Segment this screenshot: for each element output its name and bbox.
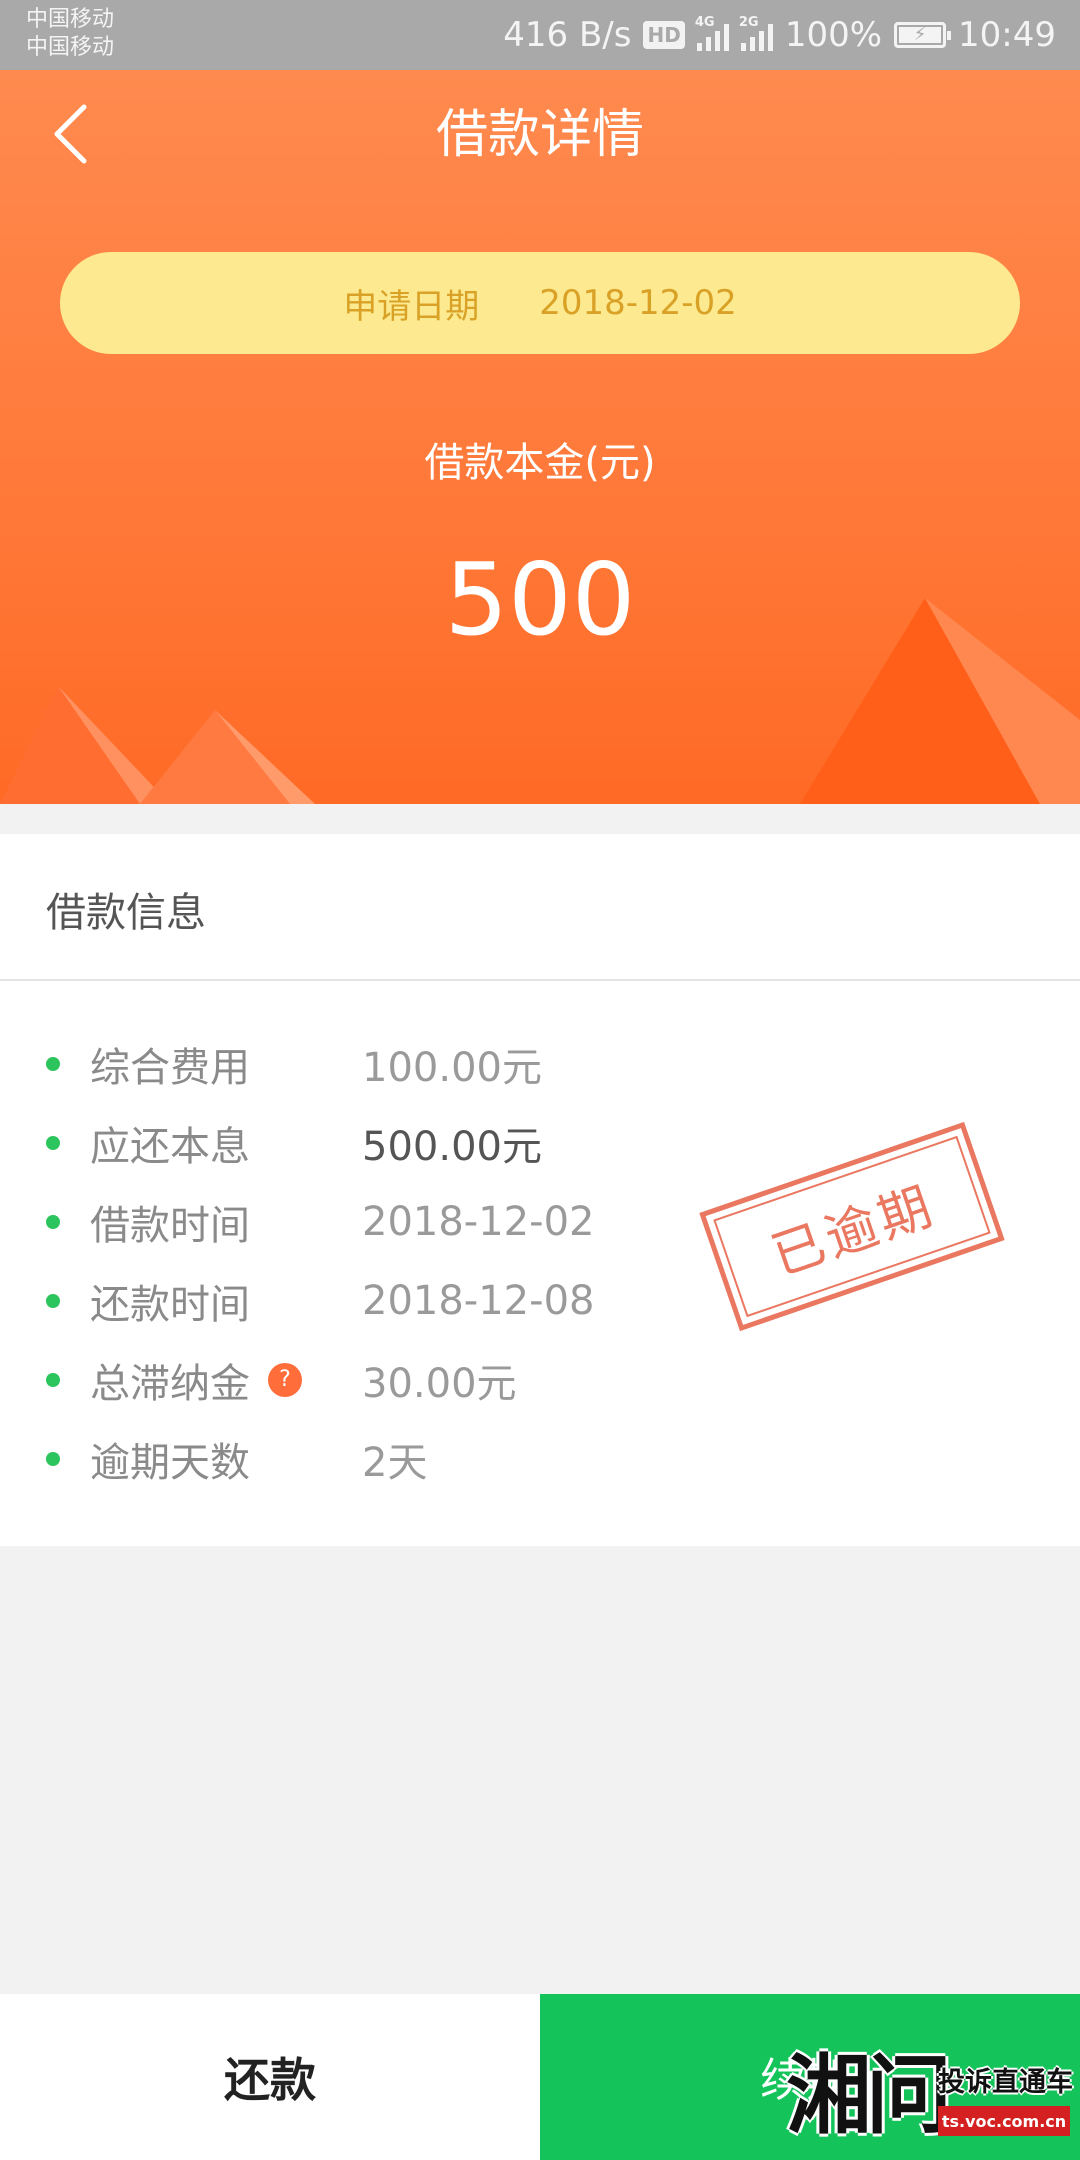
bullet-dot (46, 1452, 60, 1466)
bullet-dot (46, 1373, 60, 1387)
info-row-overdue-days: 逾期天数 2天 (0, 1419, 1080, 1498)
bullet-dot (46, 1057, 60, 1071)
row-label: 逾期天数 (90, 1439, 250, 1486)
section-title: 借款信息 (46, 890, 206, 936)
carrier-2: 中国移动 (26, 35, 115, 60)
signal-2-type: 2G (738, 15, 759, 30)
signal-1-type: 4G (694, 15, 715, 30)
battery-icon: ⚡ (894, 22, 952, 48)
row-label: 借款时间 (90, 1202, 250, 1249)
info-row-fee: 综合费用 100.00元 (0, 1024, 1080, 1103)
overdue-stamp-text: 已逾期 (764, 1175, 943, 1288)
row-label: 应还本息 (90, 1123, 250, 1170)
battery-level: 100% (784, 15, 883, 55)
bullet-dot (46, 1136, 60, 1150)
bullet-dot (46, 1215, 60, 1229)
row-label: 综合费用 (90, 1044, 250, 1091)
apply-date-label: 申请日期 (343, 286, 480, 327)
divider (0, 979, 1080, 981)
info-row-late-fee: 总滞纳金 ? 30.00元 (0, 1340, 1080, 1419)
loan-info-card: 借款信息 综合费用 100.00元 应还本息 500.00元 借款时间 2018… (0, 834, 1080, 1546)
repay-button[interactable]: 还款 (0, 1994, 540, 2160)
help-icon[interactable]: ? (268, 1362, 302, 1397)
row-label: 总滞纳金 (90, 1360, 250, 1407)
carrier-1: 中国移动 (26, 7, 115, 32)
watermark-logo: 湘问 投诉直通车 ts.voc.com.cn (786, 2040, 1076, 2152)
row-value: 2天 (362, 1439, 428, 1486)
row-label: 还款时间 (90, 1281, 250, 1328)
row-value: 500.00元 (362, 1123, 542, 1170)
apply-date-pill: 申请日期 2018-12-02 (60, 252, 1020, 354)
watermark-tagline: 投诉直通车 (938, 2067, 1073, 2098)
principal-label: 借款本金(元) (424, 440, 656, 486)
clock: 10:49 (958, 15, 1056, 55)
row-value: 2018-12-02 (362, 1198, 595, 1245)
info-row-repay-date: 还款时间 2018-12-08 (0, 1261, 1080, 1340)
apply-date-value: 2018-12-02 (539, 283, 737, 323)
watermark-logo-text: 湘问 (786, 2046, 952, 2146)
watermark-url: ts.voc.com.cn (938, 2106, 1070, 2136)
row-value: 2018-12-08 (362, 1277, 595, 1324)
page-title: 借款详情 (435, 105, 644, 165)
loan-header: 借款详情 申请日期 2018-12-02 借款本金(元) 500 (0, 70, 1080, 804)
row-value: 100.00元 (362, 1044, 542, 1091)
carrier-info: 中国移动 中国移动 (26, 6, 114, 62)
network-speed: 416 B/s (503, 15, 632, 55)
hd-badge: HD (643, 21, 685, 49)
signal-icon: 2G (739, 15, 773, 51)
status-indicators: 416 B/s HD 4G 2G 100% ⚡ 10:49 (503, 0, 1056, 70)
row-value: 30.00元 (362, 1360, 517, 1407)
bullet-dot (46, 1294, 60, 1308)
status-bar: 中国移动 中国移动 416 B/s HD 4G 2G 100% ⚡ 10:49 (0, 0, 1080, 70)
principal-value: 500 (444, 541, 636, 658)
row-label-wrapper: 总滞纳金 ? (90, 1351, 302, 1409)
signal-icon: 4G (695, 15, 729, 51)
